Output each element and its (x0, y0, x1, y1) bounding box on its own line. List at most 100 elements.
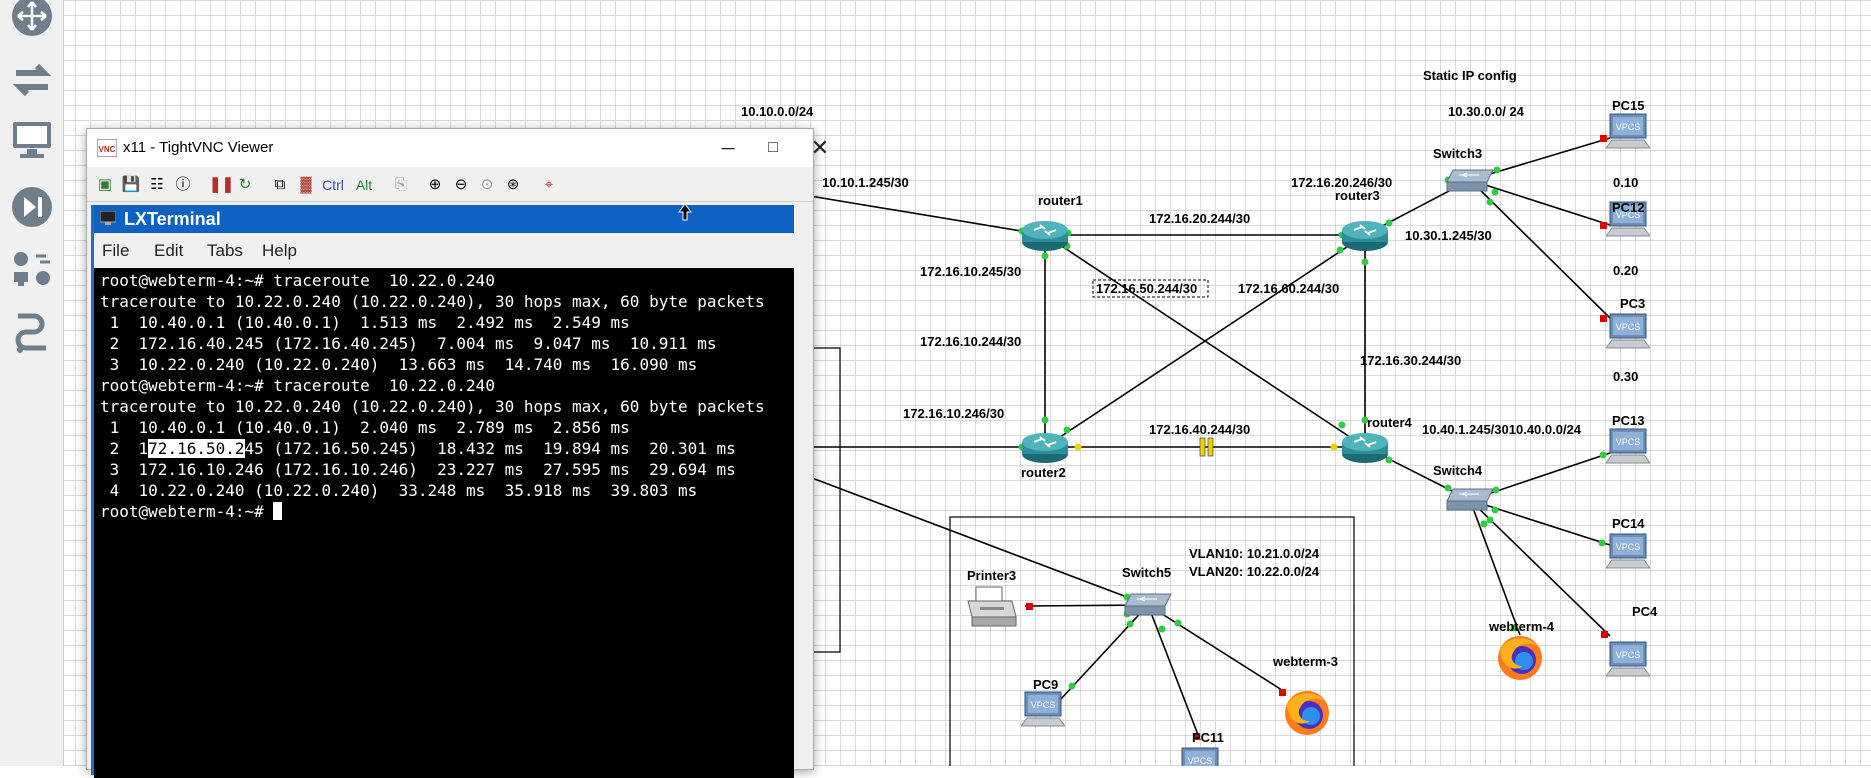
router2-label: router2 (1021, 465, 1066, 480)
router4-label: router4 (1367, 415, 1412, 430)
ctrl-key-button[interactable]: Ctrl (318, 175, 348, 195)
pc12-label: PC12 (1612, 200, 1645, 215)
terminal-line: root@webterm-4:~# traceroute 10.22.0.240 (100, 271, 495, 290)
link-172-16-20-246-label: 172.16.20.246/30 (1291, 175, 1393, 190)
net-10-30-label: 10.30.0.0/ 24 (1448, 104, 1524, 119)
switch5-label: Switch5 (1122, 565, 1172, 580)
vlan10-label: VLAN10: 10.21.0.0/24 (1189, 546, 1320, 561)
router4-icon[interactable] (1340, 430, 1390, 464)
clipboard-icon[interactable]: ⎘ (391, 175, 411, 195)
terminal-text: 45 (172.16.50.245) 18.432 ms 19.894 ms 2… (244, 439, 736, 458)
pc15-icon[interactable]: VPCS (1605, 112, 1651, 157)
router3-icon[interactable] (1340, 218, 1390, 252)
ip-010-label: 0.10 (1613, 175, 1639, 190)
switch4-icon[interactable] (1445, 487, 1495, 513)
router1-icon[interactable] (1020, 218, 1070, 252)
printer3-icon[interactable] (966, 585, 1018, 629)
vpcs-badge: VPCS (1616, 322, 1641, 332)
terminal-line: 1 10.40.0.1 (10.40.0.1) 2.040 ms 2.789 m… (100, 418, 630, 437)
vpcs-badge: VPCS (1616, 650, 1641, 660)
link-172-16-20-244-label: 172.16.20.244/30 (1149, 211, 1251, 226)
terminal-line: traceroute to 10.22.0.240 (10.22.0.240),… (100, 397, 765, 416)
net-10-40-label: 10.40.1.245/3010.40.0.0/24 (1422, 422, 1582, 437)
terminal-text: 2 1 (100, 439, 149, 458)
minimize-button[interactable]: ─ (705, 135, 751, 161)
vpcs-badge: VPCS (1616, 437, 1641, 447)
zoom-100-icon[interactable]: ⊙ (477, 175, 497, 195)
menu-tabs[interactable]: Tabs (207, 241, 243, 261)
zoom-fit-icon[interactable]: ⊛ (503, 175, 523, 195)
new-connection-icon[interactable]: ▣ (95, 175, 115, 195)
save-session-icon[interactable]: 💾 (121, 175, 141, 195)
pc4-icon[interactable]: VPCS (1605, 640, 1651, 685)
link-10-30-1-245-label: 10.30.1.245/30 (1405, 228, 1492, 243)
menu-edit[interactable]: Edit (154, 241, 183, 261)
vnc-window-title: x11 - TightVNC Viewer (123, 139, 274, 156)
close-button[interactable]: ✕ (797, 135, 843, 161)
security-devices-category-icon[interactable] (10, 185, 54, 229)
routers-category-icon[interactable] (10, 0, 54, 38)
pc11-icon[interactable]: VPCS (1178, 746, 1222, 766)
terminal-prompt-line: root@webterm-4:~# (100, 501, 283, 522)
text-cursor (273, 502, 283, 520)
switches-category-icon[interactable] (10, 58, 54, 102)
options-icon[interactable]: ☷ (147, 175, 167, 195)
switch5-icon[interactable] (1123, 592, 1173, 618)
pc14-label: PC14 (1612, 516, 1645, 531)
send-ctrl-esc-icon[interactable]: ▓ (296, 175, 316, 195)
terminal-line: 2 172.16.50.245 (172.16.50.245) 18.432 m… (100, 438, 736, 459)
webterm3-label: webterm-3 (1273, 654, 1339, 669)
tightvnc-window[interactable]: VNC x11 - TightVNC Viewer ─ □ ✕ ▣ 💾 ☷ ⓘ … (86, 128, 829, 778)
link-10-10-1-245-label: 10.10.1.245/30 (822, 175, 909, 190)
terminal-line: traceroute to 10.22.0.240 (10.22.0.240),… (100, 292, 765, 311)
pc11-label: PC11 (1192, 730, 1224, 745)
terminal-line: root@webterm-4:~# traceroute 10.22.0.240 (100, 376, 495, 395)
vpcs-badge: VPCS (1188, 756, 1213, 766)
ip-030-label: 0.30 (1613, 369, 1639, 384)
pc13-icon[interactable]: VPCS (1605, 427, 1651, 472)
static-ip-label: Static IP config (1423, 68, 1517, 83)
router1-label: router1 (1038, 193, 1083, 208)
net-10-10-label: 10.10.0.0/24 (741, 104, 814, 119)
mouse-pointer-icon (678, 203, 692, 221)
end-devices-category-icon[interactable] (10, 118, 54, 162)
maximize-button[interactable]: □ (750, 135, 796, 161)
menu-help[interactable]: Help (262, 241, 297, 261)
all-devices-category-icon[interactable] (10, 248, 54, 292)
zoom-in-icon[interactable]: ⊕ (425, 175, 445, 195)
pc14-icon[interactable]: VPCS (1605, 532, 1651, 577)
lxterminal-menubar: File Edit Tabs Help (94, 233, 794, 267)
pc3-icon[interactable]: VPCS (1605, 312, 1651, 357)
alt-key-button[interactable]: Alt (351, 175, 377, 195)
router2-icon[interactable] (1020, 430, 1070, 464)
link-172-16-10-246-label: 172.16.10.246/30 (903, 406, 1005, 421)
link-172-16-10-244-label: 172.16.10.244/30 (920, 334, 1022, 349)
lxterminal-window[interactable]: LXTerminal File Edit Tabs Help root@webt… (91, 205, 794, 778)
router3-label: router3 (1335, 188, 1380, 203)
webterm3-firefox-icon[interactable] (1282, 688, 1332, 738)
terminal-output[interactable]: root@webterm-4:~# traceroute 10.22.0.240… (94, 268, 794, 778)
pc3-label: PC3 (1620, 296, 1646, 311)
menu-file[interactable]: File (102, 241, 129, 261)
terminal-prompt: root@webterm-4:~# (100, 502, 274, 521)
refresh-icon[interactable]: ↻ (235, 175, 255, 195)
vpcs-badge: VPCS (1616, 122, 1641, 132)
link-172-16-10-245-label: 172.16.10.245/30 (920, 264, 1022, 279)
link-172-16-60-244-label: 172.16.60.244/30 (1238, 281, 1340, 296)
vpcs-badge: VPCS (1031, 700, 1056, 710)
terminal-line: 2 172.16.40.245 (172.16.40.245) 7.004 ms… (100, 334, 717, 353)
pause-icon[interactable]: ❚❚ (209, 175, 234, 195)
zoom-out-icon[interactable]: ⊖ (451, 175, 471, 195)
webterm4-firefox-icon[interactable] (1495, 633, 1545, 683)
pc9-label: PC9 (1033, 677, 1059, 692)
printer3-label: Printer3 (967, 568, 1017, 583)
vnc-titlebar[interactable]: VNC x11 - TightVNC Viewer ─ □ ✕ (87, 129, 829, 167)
switch3-icon[interactable] (1445, 168, 1495, 194)
pc9-icon[interactable]: VPCS (1020, 690, 1066, 735)
send-ctrl-alt-del-icon[interactable]: ⧉ (270, 175, 290, 195)
add-link-icon[interactable] (10, 310, 54, 354)
connection-info-icon[interactable]: ⓘ (173, 175, 193, 195)
pc15-label: PC15 (1612, 98, 1645, 113)
link-172-16-40-244-label: 172.16.40.244/30 (1149, 422, 1251, 437)
fullscreen-icon[interactable]: ⌖ (539, 175, 559, 195)
